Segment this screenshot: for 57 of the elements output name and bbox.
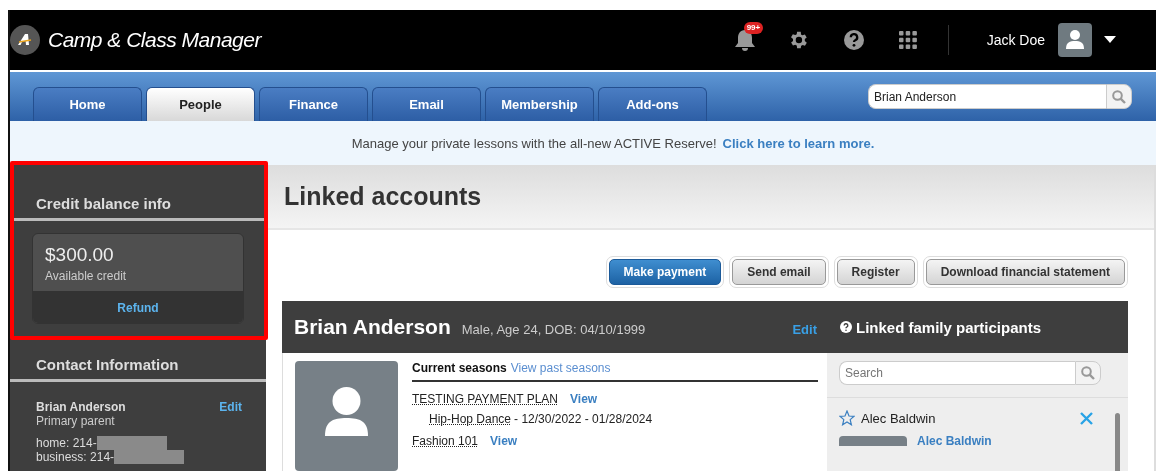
user-avatar-icon[interactable] <box>1058 23 1092 57</box>
refund-button[interactable]: Refund <box>33 292 243 323</box>
view-link[interactable]: View <box>490 434 518 448</box>
credit-caption: Available credit <box>45 269 128 283</box>
edit-link[interactable]: Edit <box>792 322 817 337</box>
view-link[interactable]: View <box>570 392 598 406</box>
seasons-heading: Current seasons <box>412 361 507 375</box>
photo-placeholder <box>839 436 907 446</box>
redaction-block <box>114 450 185 464</box>
person-details: Male, Age 24, DOB: 04/10/1999 <box>461 322 647 337</box>
nav-tab[interactable]: Add-ons <box>598 87 707 121</box>
learn-more-link[interactable]: Click here to learn more. <box>722 135 875 151</box>
action-button[interactable]: Make payment <box>608 259 722 285</box>
apps-grid-icon[interactable] <box>898 31 917 49</box>
star-icon[interactable] <box>839 410 855 426</box>
action-button[interactable]: Send email <box>732 259 826 285</box>
person-name: Brian Anderson <box>294 315 451 339</box>
user-name[interactable]: Jack Doe <box>986 32 1045 48</box>
page-title: Linked accounts <box>284 182 482 211</box>
scrollbar[interactable] <box>1115 413 1120 471</box>
phone-label: home: 214- <box>36 436 97 450</box>
contact-role: Primary parent <box>36 414 116 428</box>
search-button[interactable] <box>1106 84 1132 109</box>
search-field[interactable]: Search <box>839 361 1075 385</box>
nav-tab[interactable]: People <box>146 87 255 121</box>
help-icon[interactable] <box>840 321 852 333</box>
bell-icon[interactable] <box>733 28 756 52</box>
member-link[interactable]: Alec Baldwin <box>917 435 992 447</box>
credit-amount: $300.00 <box>45 244 115 266</box>
nav-tab[interactable]: Membership <box>485 87 594 121</box>
contact-name: Brian Anderson <box>36 400 126 414</box>
section-title: Credit balance info <box>10 165 266 221</box>
session-name: Hip-Hop Dance <box>429 412 512 426</box>
nav-tab[interactable]: Email <box>372 87 481 121</box>
search-icon <box>1112 89 1126 104</box>
session-dates: - 12/30/2022 - 01/28/2024 <box>514 412 653 426</box>
edit-link[interactable]: Edit <box>219 400 242 414</box>
logo-icon[interactable] <box>10 25 40 55</box>
redaction-block <box>96 436 167 450</box>
phone-label: business: 214- <box>36 450 115 464</box>
help-icon[interactable] <box>842 29 865 51</box>
search-field[interactable]: Brian Anderson <box>868 84 1106 109</box>
program-name: TESTING PAYMENT PLAN <box>412 392 559 406</box>
search-button[interactable] <box>1075 361 1101 385</box>
member-name: Alec Baldwin <box>861 410 937 426</box>
caret-icon[interactable] <box>1104 36 1116 44</box>
action-button[interactable]: Register <box>836 259 915 285</box>
nav-tab[interactable]: Finance <box>259 87 368 121</box>
panel-title: Linked family participants <box>856 318 1042 336</box>
search-icon <box>1081 366 1095 380</box>
action-button[interactable]: Download financial statement <box>925 259 1125 285</box>
banner-text: Manage your private lessons with the all-new ACTIVE Reserve! <box>351 135 717 151</box>
notification-count: 99+ <box>743 22 764 34</box>
past-seasons-link[interactable]: View past seasons <box>510 361 611 375</box>
app-title: Camp & Class Manager <box>48 28 261 52</box>
nav-tab[interactable]: Home <box>33 87 142 121</box>
program-name: Fashion 101 <box>412 434 479 448</box>
